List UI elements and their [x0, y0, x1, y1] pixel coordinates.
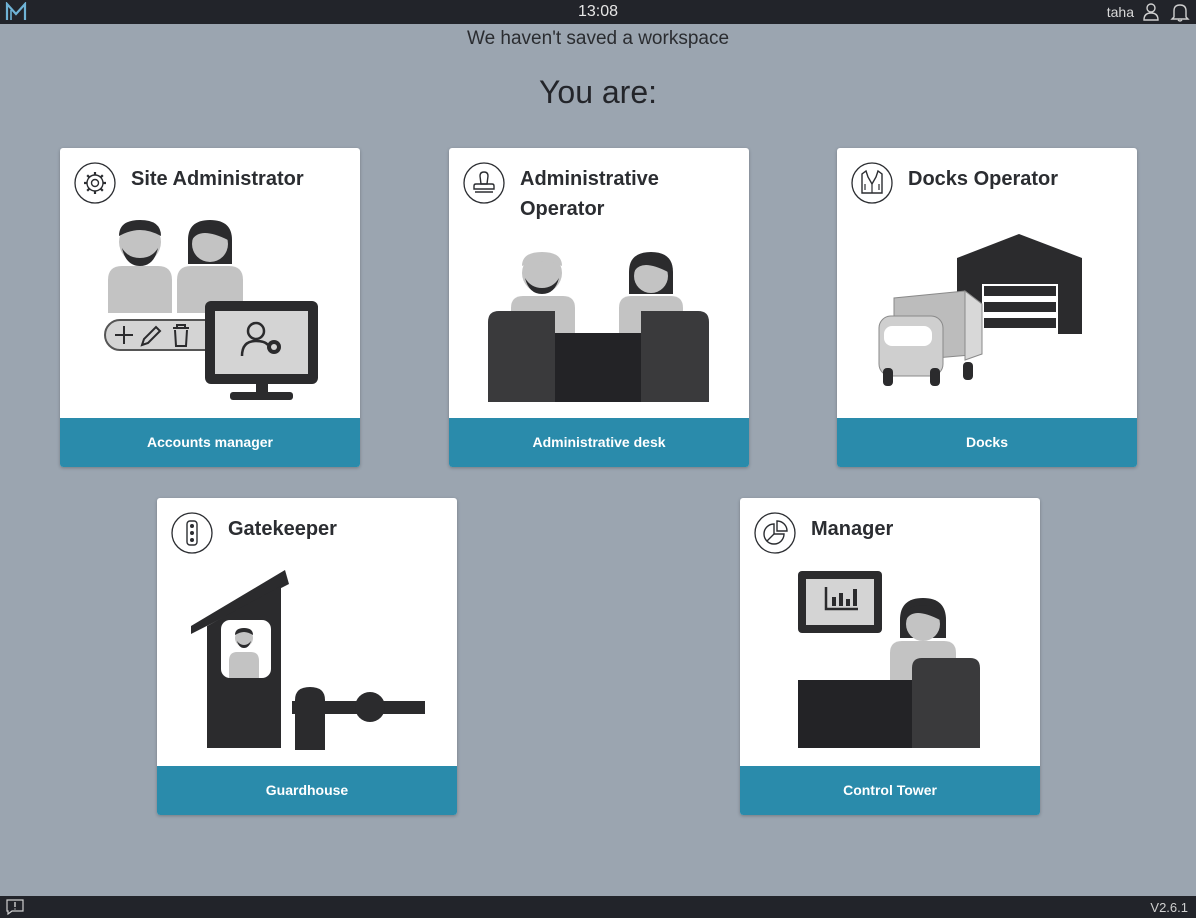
role-card-manager[interactable]: Manager Control Tower	[740, 498, 1040, 815]
workspace-banner: We haven't saved a workspace	[466, 28, 730, 49]
role-card-administrative-operator[interactable]: Administrative Operator Administrative d…	[449, 148, 749, 467]
vest-icon	[851, 162, 893, 204]
role-title: Site Administrator	[131, 168, 304, 190]
role-footer[interactable]: Accounts manager	[60, 418, 360, 467]
feedback-icon[interactable]	[6, 899, 24, 915]
role-title: Docks Operator	[908, 168, 1059, 190]
bell-icon[interactable]	[1170, 2, 1190, 22]
role-footer[interactable]: Control Tower	[740, 766, 1040, 815]
pie-chart-icon	[754, 512, 796, 554]
role-card-gatekeeper[interactable]: Gatekeeper Guardhouse	[157, 498, 457, 815]
role-heading: You are:	[538, 74, 658, 110]
clock: 13:08	[577, 3, 619, 20]
gear-icon	[74, 162, 116, 204]
app-version: V2.6.1	[1150, 900, 1188, 915]
top-bar: 13:08 taha	[0, 0, 1196, 24]
bottom-bar: V2.6.1	[0, 896, 1196, 918]
role-card-site-administrator[interactable]: Site Administrator Accounts manager	[60, 148, 360, 467]
role-title: Gatekeeper	[228, 518, 337, 540]
traffic-light-icon	[171, 512, 213, 554]
stamp-icon	[463, 162, 505, 204]
role-footer[interactable]: Guardhouse	[157, 766, 457, 815]
user-icon[interactable]	[1142, 2, 1160, 22]
username[interactable]: taha	[1107, 4, 1134, 20]
role-title: Administrative Operator	[520, 168, 659, 220]
role-title: Manager	[811, 518, 894, 540]
role-card-docks-operator[interactable]: Docks Operator Docks	[837, 148, 1137, 467]
role-footer[interactable]: Docks	[837, 418, 1137, 467]
role-footer[interactable]: Administrative desk	[449, 418, 749, 467]
